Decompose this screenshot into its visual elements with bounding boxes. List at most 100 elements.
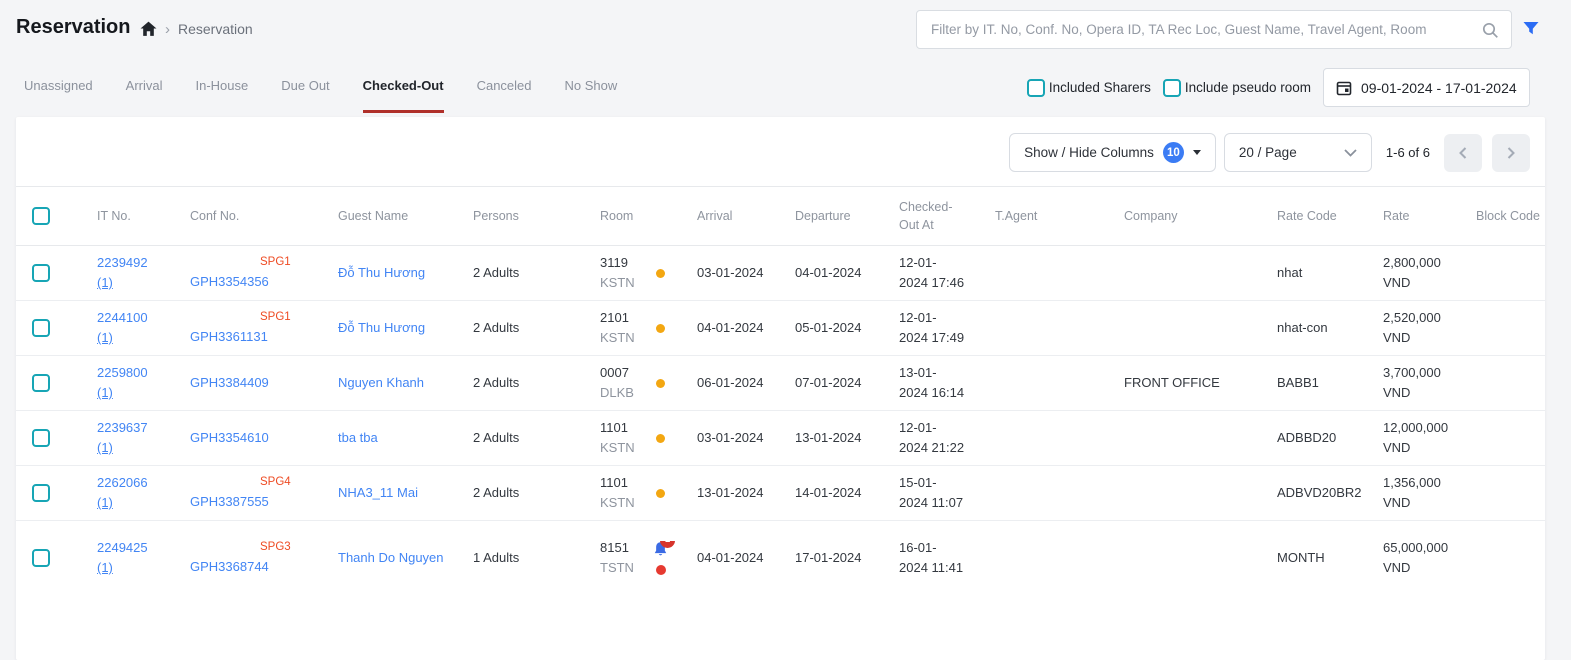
include-pseudo-room-option[interactable]: Include pseudo room [1163,79,1311,97]
col-rate[interactable]: Rate [1367,207,1460,225]
conf-tag: SPG1 [260,254,323,272]
col-guest-name[interactable]: Guest Name [323,207,457,225]
checked-out-at-line2: 2024 11:07 [899,493,969,513]
it-no-link[interactable]: 2262066 [97,473,177,493]
table-row[interactable]: 2259800 (1) GPH3384409 Nguyen Khanh 2 Ad… [16,356,1545,411]
table-row[interactable]: 2244100 (1) SPG1 GPH3361131 Đỗ Thu Hương… [16,301,1545,356]
table-row[interactable]: 2239492 (1) SPG1 GPH3354356 Đỗ Thu Hương… [16,246,1545,301]
guest-name-link[interactable]: Nguyen Khanh [338,373,457,393]
conf-no-link[interactable]: GPH3368744 [190,557,323,577]
conf-no-link[interactable]: GPH3361131 [190,327,323,347]
table-row[interactable]: 2249425 (1) SPG3 GPH3368744 Thanh Do Ngu… [16,521,1545,595]
included-sharers-checkbox[interactable] [1027,79,1045,97]
it-no-count-link[interactable]: (1) [97,558,177,578]
tab-no-show[interactable]: No Show [565,78,618,113]
prev-page-button[interactable] [1444,134,1482,172]
row-checkbox[interactable] [32,264,50,282]
filter-funnel-icon[interactable] [1521,19,1543,41]
room-type-code: KSTN [600,273,640,293]
guest-name-link[interactable]: tba tba [338,428,457,448]
it-no-link[interactable]: 2259800 [97,363,177,383]
rate-amount: 12,000,000 [1383,418,1460,438]
conf-tag: SPG1 [260,309,323,327]
col-room[interactable]: Room [583,207,640,225]
col-arrival[interactable]: Arrival [681,207,779,225]
it-no-count-link[interactable]: (1) [97,383,177,403]
persons-value: 2 Adults [473,483,583,503]
rate-amount: 3,700,000 [1383,363,1460,383]
arrival-date: 04-01-2024 [697,548,779,568]
search-icon[interactable] [1481,21,1499,39]
col-company[interactable]: Company [1108,207,1261,225]
home-icon[interactable] [140,21,157,37]
tab-arrival[interactable]: Arrival [126,78,163,113]
persons-value: 2 Adults [473,373,583,393]
date-range-value: 09-01-2024 - 17-01-2024 [1361,80,1517,96]
page-size-select[interactable]: 20 / Page [1224,133,1372,172]
table-row[interactable]: 2262066 (1) SPG4 GPH3387555 NHA3_11 Mai … [16,466,1545,521]
conf-no-link[interactable]: GPH3387555 [190,492,323,512]
arrival-date: 03-01-2024 [697,263,779,283]
persons-value: 2 Adults [473,428,583,448]
col-rate-code[interactable]: Rate Code [1261,207,1367,225]
filter-search[interactable] [916,10,1512,49]
status-dot-red [656,565,666,575]
row-checkbox[interactable] [32,319,50,337]
rate-currency: VND [1383,493,1460,513]
it-no-link[interactable]: 2239637 [97,418,177,438]
conf-no-link[interactable]: GPH3354610 [190,428,323,448]
rate-code-value: MONTH [1277,548,1367,568]
col-checked-out-at[interactable]: Checked-Out At [883,198,979,234]
checked-out-at-line2: 2024 11:41 [899,558,969,578]
col-persons[interactable]: Persons [457,207,583,225]
tab-checked-out[interactable]: Checked-Out [363,78,444,113]
room-type-code: KSTN [600,328,640,348]
tab-unassigned[interactable]: Unassigned [24,78,93,113]
select-all-checkbox[interactable] [32,207,50,225]
status-dot [656,434,665,443]
it-no-link[interactable]: 2249425 [97,538,177,558]
search-input[interactable] [931,22,1481,37]
included-sharers-option[interactable]: Included Sharers [1027,79,1151,97]
tab-canceled[interactable]: Canceled [477,78,532,113]
it-no-link[interactable]: 2244100 [97,308,177,328]
it-no-count-link[interactable]: (1) [97,328,177,348]
row-checkbox[interactable] [32,374,50,392]
it-no-count-link[interactable]: (1) [97,493,177,513]
breadcrumb-item[interactable]: Reservation [178,21,253,37]
tab-in-house[interactable]: In-House [196,78,249,113]
col-block-code[interactable]: Block Code [1460,207,1545,225]
col-it-no[interactable]: IT No. [81,207,177,225]
it-no-count-link[interactable]: (1) [97,273,177,293]
guest-name-link[interactable]: Thanh Do Nguyen [338,548,457,568]
conf-no-link[interactable]: GPH3354356 [190,272,323,292]
next-page-button[interactable] [1492,134,1530,172]
room-number: 8151 [600,538,640,558]
row-checkbox[interactable] [32,484,50,502]
col-departure[interactable]: Departure [779,207,883,225]
rate-currency: VND [1383,438,1460,458]
it-no-link[interactable]: 2239492 [97,253,177,273]
it-no-count-link[interactable]: (1) [97,438,177,458]
checked-out-at-line2: 2024 16:14 [899,383,969,403]
include-pseudo-room-checkbox[interactable] [1163,79,1181,97]
rate-amount: 2,520,000 [1383,308,1460,328]
guest-name-link[interactable]: Đỗ Thu Hương [338,263,457,283]
date-range-picker[interactable]: 09-01-2024 - 17-01-2024 [1323,68,1530,107]
guest-name-link[interactable]: Đỗ Thu Hương [338,318,457,338]
col-conf-no[interactable]: Conf No. [177,207,323,225]
col-t-agent[interactable]: T.Agent [979,207,1108,225]
rate-currency: VND [1383,558,1460,578]
row-checkbox[interactable] [32,549,50,567]
room-number: 2101 [600,308,640,328]
rate-code-value: nhat-con [1277,318,1367,338]
tab-due-out[interactable]: Due Out [281,78,329,113]
conf-no-link[interactable]: GPH3384409 [190,373,323,393]
show-hide-columns-button[interactable]: Show / Hide Columns 10 [1009,133,1216,172]
row-checkbox[interactable] [32,429,50,447]
bell-indicator[interactable]: 1 [652,541,669,575]
table-row[interactable]: 2239637 (1) GPH3354610 tba tba 2 Adults … [16,411,1545,466]
conf-tag: SPG3 [260,539,323,557]
guest-name-link[interactable]: NHA3_11 Mai [338,483,457,503]
rate-amount: 65,000,000 [1383,538,1460,558]
